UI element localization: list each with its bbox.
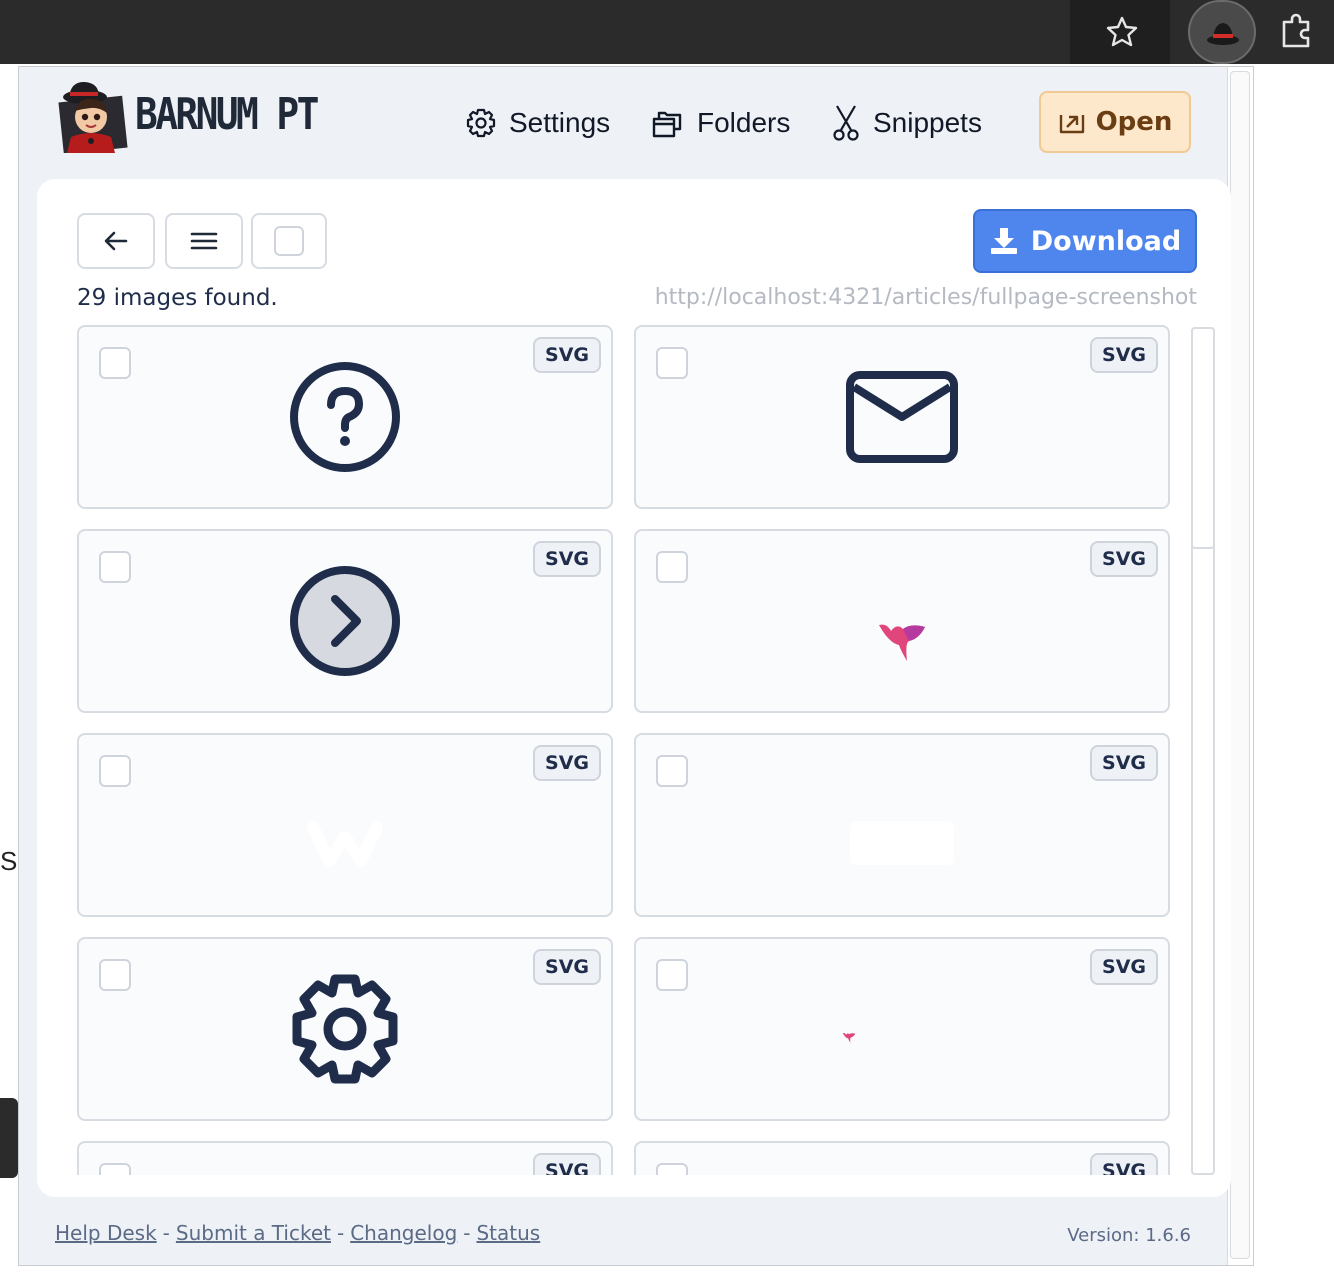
format-badge: SVG [1090, 541, 1158, 577]
format-badge: SVG [1090, 337, 1158, 373]
format-badge: SVG [533, 337, 601, 373]
white-envelope-icon [850, 821, 954, 865]
white-logo-icon [307, 821, 383, 867]
question-circle-icon [290, 362, 400, 472]
download-button-label: Download [1030, 225, 1182, 257]
grid-scrollbar[interactable] [1191, 327, 1215, 1175]
barnum-mascot-logo [58, 81, 128, 153]
format-badge: SVG [533, 745, 601, 781]
image-grid: SVG SVG SVG SVG SVG SVG SVG SVG SVG SVG [77, 325, 1217, 1175]
nav-snippets[interactable]: Snippets [831, 103, 982, 143]
image-tile[interactable]: SVG [634, 325, 1170, 509]
chevron-right-circle-icon [290, 566, 400, 676]
image-checkbox[interactable] [656, 347, 688, 379]
image-checkbox[interactable] [99, 755, 131, 787]
image-tile[interactable]: SVG [77, 325, 613, 509]
status-link[interactable]: Status [476, 1221, 540, 1245]
image-tile[interactable]: SVG [634, 937, 1170, 1121]
envelope-icon [846, 371, 958, 463]
format-badge: SVG [533, 541, 601, 577]
format-badge: SVG [533, 1153, 601, 1175]
image-checkbox[interactable] [99, 1163, 131, 1175]
folders-icon [652, 111, 682, 138]
small-pink-logo-icon [842, 1032, 856, 1043]
version-label: Version: 1.6.6 [1067, 1225, 1191, 1246]
image-tile[interactable]: SVG [634, 529, 1170, 713]
browser-toolbar [0, 0, 1334, 64]
image-checkbox[interactable] [99, 959, 131, 991]
submit-ticket-link[interactable]: Submit a Ticket [176, 1221, 331, 1245]
image-checkbox[interactable] [99, 347, 131, 379]
gear-icon [466, 108, 496, 138]
background-page-text: S [0, 846, 18, 876]
extensions-puzzle-icon[interactable] [1274, 10, 1318, 54]
footer-links: Help Desk - Submit a Ticket - Changelog - Stat… [55, 1221, 540, 1245]
format-badge: SVG [1090, 949, 1158, 985]
nav-settings-label: Settings [509, 107, 611, 138]
separator: - [162, 1221, 170, 1245]
image-checkbox[interactable] [656, 1163, 688, 1175]
background-page-widget [0, 1098, 18, 1178]
format-badge: SVG [533, 949, 601, 985]
page-background [1254, 64, 1334, 1288]
open-external-icon [1059, 115, 1084, 134]
changelog-link[interactable]: Changelog [350, 1221, 457, 1245]
scissors-icon [833, 105, 859, 141]
image-checkbox[interactable] [656, 755, 688, 787]
separator: - [463, 1221, 471, 1245]
format-badge: SVG [1090, 1153, 1158, 1175]
select-all-checkbox[interactable] [274, 226, 304, 256]
hamburger-icon [190, 232, 218, 250]
popup-header: BARNUM PT Settings Folders Snippets Open [19, 67, 1229, 179]
image-checkbox[interactable] [656, 551, 688, 583]
download-button[interactable]: Download [973, 209, 1197, 273]
list-view-button[interactable] [165, 213, 243, 269]
gear-icon [292, 974, 398, 1084]
arrow-left-icon [104, 231, 128, 251]
nav-snippets-label: Snippets [873, 107, 982, 138]
download-icon [990, 228, 1017, 254]
bookmark-star-icon[interactable] [1102, 12, 1142, 52]
help-desk-link[interactable]: Help Desk [55, 1221, 157, 1245]
open-button[interactable]: Open [1039, 91, 1191, 153]
grid-scrollbar-thumb[interactable] [1191, 327, 1215, 549]
extension-popup: BARNUM PT Settings Folders Snippets Open… [18, 66, 1254, 1266]
image-checkbox[interactable] [656, 959, 688, 991]
source-url: http://localhost:4321/articles/fullpage-… [654, 285, 1197, 310]
select-all-button[interactable] [251, 213, 327, 269]
back-button[interactable] [77, 213, 155, 269]
nav-folders[interactable]: Folders [651, 103, 790, 143]
nav-settings[interactable]: Settings [465, 103, 610, 143]
image-tile[interactable]: SVG [77, 529, 613, 713]
separator: - [336, 1221, 345, 1245]
open-button-label: Open [1095, 107, 1173, 137]
image-tile[interactable]: SVG [634, 733, 1170, 917]
nav-folders-label: Folders [697, 107, 791, 138]
format-badge: SVG [1090, 745, 1158, 781]
barnum-extension-icon[interactable] [1188, 0, 1256, 64]
images-panel: Download 29 images found. http://localho… [37, 179, 1231, 1197]
image-checkbox[interactable] [99, 551, 131, 583]
brand-wordmark: BARNUM PT [135, 89, 319, 140]
image-tile[interactable]: SVG [77, 1141, 613, 1175]
image-tile[interactable]: SVG [77, 733, 613, 917]
image-tile[interactable]: SVG [77, 937, 613, 1121]
image-tile[interactable]: SVG [634, 1141, 1170, 1175]
images-count: 29 images found. [77, 285, 278, 311]
pink-logo-icon [879, 624, 925, 661]
